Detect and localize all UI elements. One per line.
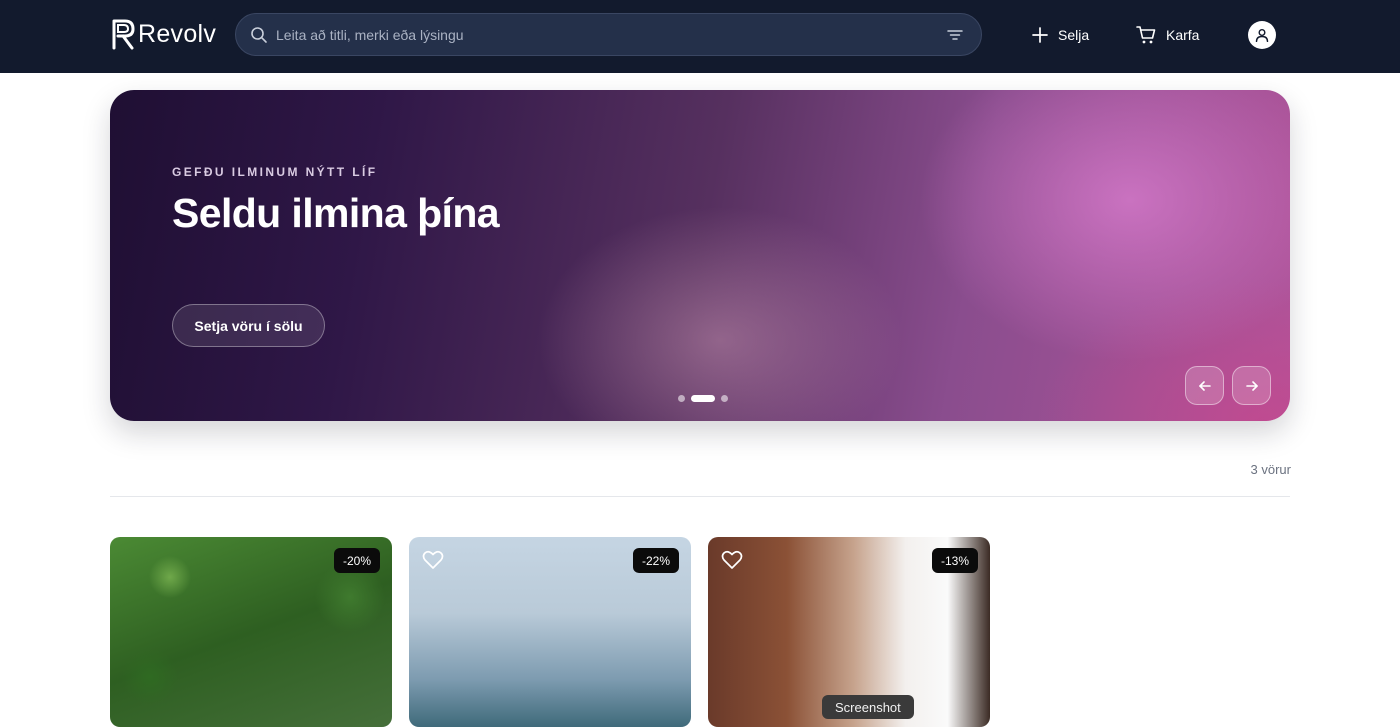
search-icon	[251, 27, 267, 43]
discount-badge: -20%	[333, 548, 380, 573]
search-input[interactable]	[276, 14, 936, 55]
screenshot-tooltip: Screenshot	[822, 695, 914, 719]
list-item-button[interactable]: Setja vöru í sölu	[172, 304, 325, 347]
sell-label: Selja	[1058, 27, 1090, 43]
cart-icon	[1136, 26, 1156, 44]
product-count: 3 vörur	[1250, 462, 1291, 477]
brand-name: Revolv	[138, 19, 217, 48]
brand-logo[interactable]: Revolv	[109, 17, 216, 51]
carousel-dots	[675, 394, 731, 402]
hero-title: Seldu ilmina þína	[172, 190, 500, 236]
carousel-prev-button[interactable]	[1185, 366, 1224, 405]
sell-button[interactable]: Selja	[1032, 22, 1089, 48]
carousel-next-button[interactable]	[1232, 366, 1271, 405]
carousel-dot-active[interactable]	[691, 394, 715, 402]
discount-badge: -13%	[931, 548, 978, 573]
user-avatar-button[interactable]	[1248, 21, 1276, 49]
cart-label: Karfa	[1166, 27, 1200, 43]
product-card[interactable]: -22%	[409, 537, 691, 727]
heart-icon[interactable]	[721, 550, 743, 570]
top-navbar: Revolv Selja Karfa	[0, 0, 1400, 73]
plus-icon	[1032, 27, 1048, 43]
filter-icon[interactable]	[947, 27, 963, 43]
user-icon	[1255, 29, 1269, 42]
arrow-left-icon	[1198, 380, 1211, 391]
hero-banner: GEFÐU ILMINUM NÝTT LÍF Seldu ilmina þína…	[110, 90, 1290, 421]
product-card[interactable]: -20%	[110, 537, 392, 727]
arrow-right-icon	[1245, 380, 1258, 391]
cart-button[interactable]: Karfa	[1136, 22, 1199, 48]
discount-badge: -22%	[632, 548, 679, 573]
carousel-dot[interactable]	[678, 394, 685, 402]
search-bar[interactable]	[235, 13, 982, 56]
divider	[110, 496, 1290, 497]
heart-icon[interactable]	[422, 550, 444, 570]
carousel-dot[interactable]	[721, 394, 728, 402]
logo-r-icon	[112, 19, 135, 50]
hero-eyebrow: GEFÐU ILMINUM NÝTT LÍF	[172, 165, 378, 179]
